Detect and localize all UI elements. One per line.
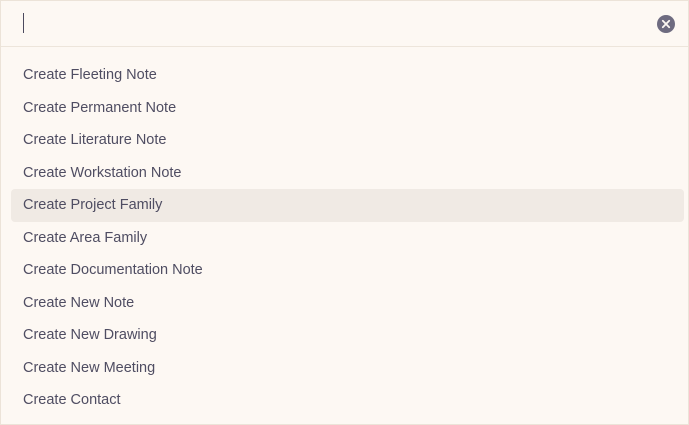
suggestion-item-label: Create Documentation Note <box>23 262 203 278</box>
suggestion-item[interactable]: Create New Note <box>11 287 684 320</box>
suggestion-item-label: Create Project Family <box>23 197 163 213</box>
suggestion-item-label: Create Area Family <box>23 229 148 246</box>
suggestion-item[interactable]: Create Fleeting Note <box>11 59 684 92</box>
suggestion-list: Create Fleeting Note Create Permanent No… <box>1 59 688 417</box>
suggestion-item[interactable]: Create New Meeting <box>11 352 684 385</box>
suggestion-item-label: Create Literature Note <box>23 132 167 148</box>
search-input[interactable] <box>13 7 643 41</box>
suggestion-item-label: Create Contact <box>23 392 121 408</box>
clear-search-button[interactable] <box>657 15 675 33</box>
suggestion-item[interactable]: Create New Drawing <box>11 319 684 352</box>
suggestion-item-label: Create Fleeting Note <box>23 67 157 83</box>
command-palette: Create Fleeting Note Create Permanent No… <box>0 0 689 425</box>
search-row <box>1 1 688 47</box>
suggestion-item[interactable]: Create Project Family <box>11 189 684 222</box>
suggestion-item[interactable]: Create Literature Note <box>11 124 684 157</box>
suggestion-item-label: Create Workstation Note <box>23 164 182 181</box>
suggestion-item[interactable]: Create Permanent Note <box>11 92 684 125</box>
suggestion-item[interactable]: Create Documentation Note <box>11 254 684 287</box>
suggestion-item-label: Create New Note <box>23 294 135 311</box>
suggestion-item[interactable]: Create Contact <box>11 384 684 417</box>
suggestion-item[interactable]: Create Workstation Note <box>11 157 684 190</box>
suggestion-item[interactable]: Create Area Family <box>11 222 684 255</box>
suggestion-item-label: Create Permanent Note <box>23 99 177 116</box>
close-circle-icon <box>661 19 671 29</box>
text-caret <box>23 13 24 33</box>
suggestion-item-label: Create New Drawing <box>23 327 157 343</box>
suggestion-item-label: Create New Meeting <box>23 359 156 376</box>
